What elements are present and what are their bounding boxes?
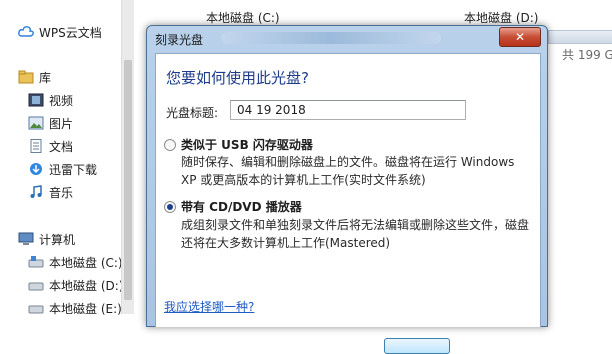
computer-icon [18, 232, 34, 245]
close-button[interactable]: ✕ [499, 27, 541, 47]
usb-flash-option-description: 随时保存、编辑和删除磁盘上的文件。磁盘将在运行 Windows XP 或更高版本… [181, 155, 515, 187]
nav-item-drive-e[interactable]: 本地磁盘 (E:) [28, 298, 122, 318]
usb-flash-option-title[interactable]: 类似于 USB 闪存驱动器 [181, 136, 313, 153]
burn-disc-dialog: 刻录光盘 ✕ 您要如何使用此光盘? 光盘标题: 类似于 USB 闪存驱动器 随时… [146, 25, 548, 354]
disc-title-label: 光盘标题: [166, 106, 219, 120]
nav-item-wps-cloud[interactable]: WPS云文档 [18, 22, 102, 42]
drive-d-usage-bar [548, 30, 612, 44]
drive-d-size: 共 199 GB [562, 48, 612, 62]
nav-item-video[interactable]: 视频 [28, 90, 73, 110]
nav-item-label: 库 [39, 70, 52, 85]
nav-item-label: 本地磁盘 (C:) [49, 255, 123, 270]
dialog-heading: 您要如何使用此光盘? [166, 69, 309, 87]
next-button[interactable] [384, 338, 450, 354]
cd-dvd-option-title[interactable]: 带有 CD/DVD 播放器 [181, 198, 302, 215]
document-icon [30, 139, 42, 153]
picture-icon [28, 116, 44, 130]
video-icon [28, 93, 44, 107]
nav-item-label: 视频 [49, 93, 74, 108]
usb-flash-option-radio[interactable] [164, 139, 176, 151]
drive-c-tile-label[interactable]: 本地磁盘 (C:) [206, 9, 280, 26]
which-option-help-link[interactable]: 我应选择哪一种? [164, 298, 254, 315]
cd-dvd-option-description: 成组刻录文件和单独刻录文件后将无法编辑或删除这些文件，磁盘还将在大多数计算机上工… [181, 218, 530, 250]
library-icon [18, 70, 34, 84]
nav-item-drive-d[interactable]: 本地磁盘 (D:) [28, 275, 123, 295]
nav-item-pictures[interactable]: 图片 [28, 113, 73, 133]
nav-item-label: 迅雷下载 [49, 162, 98, 177]
nav-item-thunder-download[interactable]: 迅雷下载 [28, 159, 97, 179]
titlebar-redacted-area [221, 32, 441, 44]
drive-icon [28, 256, 44, 268]
music-icon [30, 185, 42, 198]
nav-item-label: 计算机 [39, 232, 76, 247]
nav-item-computer[interactable]: 计算机 [18, 229, 75, 249]
nav-scrollbar[interactable] [121, 0, 135, 314]
dialog-body: 您要如何使用此光盘? 光盘标题: 类似于 USB 闪存驱动器 随时保存、编辑和删… [155, 53, 541, 354]
nav-item-music[interactable]: 音乐 [28, 182, 73, 202]
nav-item-label: 图片 [49, 116, 74, 131]
dialog-titlebar[interactable]: 刻录光盘 ✕ [147, 26, 547, 52]
cd-dvd-option-radio[interactable] [164, 201, 176, 213]
cloud-icon [18, 26, 34, 37]
disc-title-input[interactable] [230, 100, 466, 120]
drive-icon [28, 282, 44, 291]
nav-item-label: 文档 [49, 139, 74, 154]
thunder-download-icon [30, 163, 42, 175]
nav-item-label: WPS云文档 [39, 25, 102, 40]
close-icon: ✕ [514, 30, 526, 44]
dialog-title: 刻录光盘 [155, 33, 204, 47]
nav-item-documents[interactable]: 文档 [28, 136, 73, 156]
navigation-pane: WPS云文档 库 视频 图片 文档 迅雷下载 音乐 计算机 本地磁盘 (C:) … [0, 0, 135, 316]
nav-item-drive-c[interactable]: 本地磁盘 (C:) [28, 252, 123, 272]
nav-item-label: 音乐 [49, 185, 74, 200]
nav-item-label: 本地磁盘 (D:) [49, 278, 124, 293]
nav-item-library[interactable]: 库 [18, 67, 51, 87]
drive-icon [28, 305, 44, 314]
nav-scrollbar-thumb[interactable] [124, 60, 132, 300]
drive-d-tile-label[interactable]: 本地磁盘 (D:) [464, 9, 538, 26]
